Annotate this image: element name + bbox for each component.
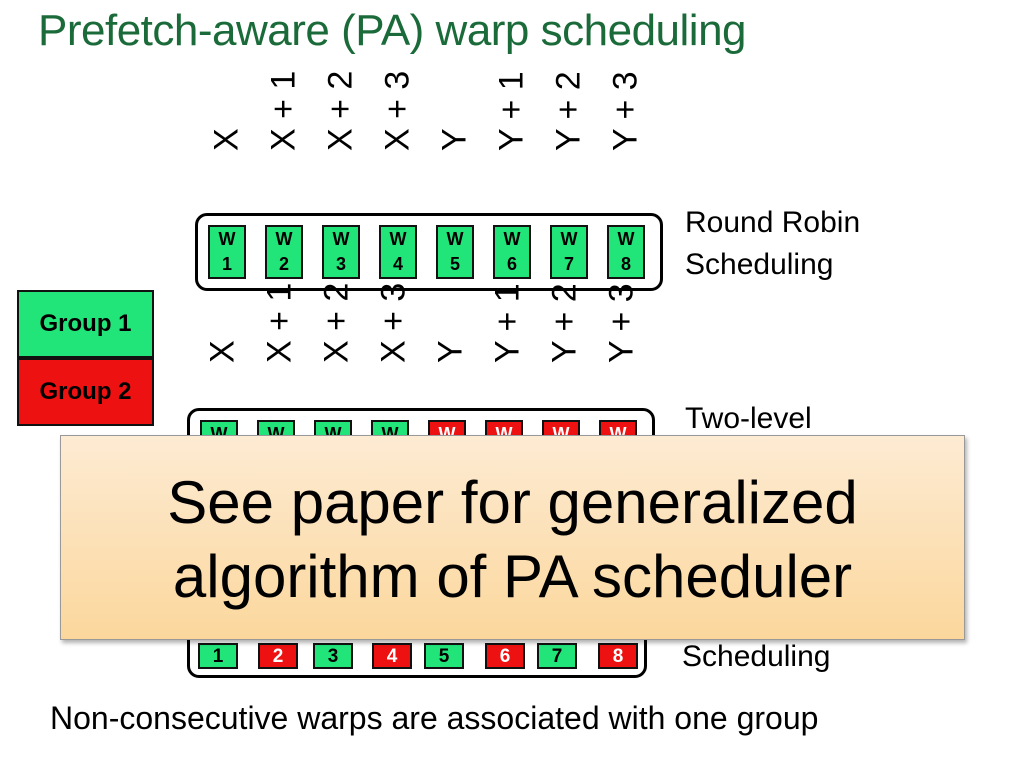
warp-label: Y bbox=[432, 302, 470, 402]
warp-box: W2 bbox=[265, 225, 303, 279]
warp-label: X + 1 bbox=[261, 283, 299, 402]
warp-label: Y + 1 bbox=[489, 283, 527, 402]
warp-letter: W bbox=[275, 229, 293, 249]
warp-number: 7 bbox=[563, 254, 574, 274]
warp-box: 8 bbox=[598, 643, 638, 669]
callout-line: algorithm of PA scheduler bbox=[172, 543, 853, 610]
warp-number: 4 bbox=[392, 254, 403, 274]
warp-box: W3 bbox=[322, 225, 360, 279]
warp-label-text: X + 2 bbox=[317, 282, 356, 363]
warp-label: Y + 1 bbox=[493, 71, 531, 190]
warp-box: 7 bbox=[537, 643, 577, 669]
warp-label-text: X bbox=[207, 128, 246, 151]
warp-label-text: Y + 1 bbox=[492, 71, 531, 151]
warp-box: W5 bbox=[436, 225, 474, 279]
warp-label: X + 1 bbox=[265, 71, 303, 190]
warp-label-text: Y bbox=[431, 340, 470, 363]
warp-box: W8 bbox=[607, 225, 645, 279]
warp-label: Y + 2 bbox=[546, 283, 584, 402]
warp-box: 4 bbox=[372, 643, 412, 669]
round-robin-label: Round Robin Scheduling bbox=[685, 202, 860, 286]
warp-box: W6 bbox=[493, 225, 531, 279]
warp-number: 6 bbox=[506, 254, 517, 274]
warp-label-text: X + 1 bbox=[264, 70, 303, 151]
warp-number: 3 bbox=[335, 254, 346, 274]
warp-label-text: X bbox=[203, 340, 242, 363]
warp-label: X bbox=[204, 302, 242, 402]
warp-label: Y + 3 bbox=[603, 283, 641, 402]
warp-letter: W bbox=[617, 229, 635, 249]
warp-label-text: X + 1 bbox=[260, 282, 299, 363]
warp-label-text: Y bbox=[435, 128, 474, 151]
callout-line: See paper for generalized bbox=[167, 469, 858, 536]
warp-box: W1 bbox=[208, 225, 246, 279]
warp-number: 2 bbox=[278, 254, 289, 274]
warp-label-text: Y + 2 bbox=[549, 71, 588, 151]
warp-label-text: Y + 3 bbox=[602, 283, 641, 363]
warp-label-text: X + 3 bbox=[378, 70, 417, 151]
warp-label-text: X + 2 bbox=[321, 70, 360, 151]
warp-number: 1 bbox=[221, 254, 232, 274]
legend-group-1: Group 1 bbox=[17, 290, 154, 358]
warp-label: Y + 2 bbox=[550, 71, 588, 190]
warp-box: 3 bbox=[313, 643, 353, 669]
warp-label-text: X + 3 bbox=[374, 282, 413, 363]
callout-box: See paper for generalized algorithm of P… bbox=[60, 435, 965, 640]
label-line: Round Robin bbox=[685, 206, 861, 239]
warp-box: 2 bbox=[258, 643, 298, 669]
warp-letter: W bbox=[332, 229, 350, 249]
warp-label: X + 2 bbox=[322, 71, 360, 190]
prefetch-aware-label: Scheduling bbox=[682, 640, 831, 673]
warp-label: X + 3 bbox=[379, 71, 417, 190]
warp-number: 5 bbox=[449, 254, 460, 274]
warp-label: Y + 3 bbox=[607, 71, 645, 190]
warp-box: 1 bbox=[198, 643, 238, 669]
warp-letter: W bbox=[218, 229, 236, 249]
slide-title: Prefetch-aware (PA) warp scheduling bbox=[38, 6, 747, 55]
warp-box: W4 bbox=[379, 225, 417, 279]
warp-letter: W bbox=[560, 229, 578, 249]
warp-label-text: Y + 2 bbox=[545, 283, 584, 363]
warp-box: W7 bbox=[550, 225, 588, 279]
warp-label: X bbox=[208, 90, 246, 190]
warp-label: X + 3 bbox=[375, 283, 413, 402]
warp-letter: W bbox=[503, 229, 521, 249]
warp-label-text: Y + 1 bbox=[488, 283, 527, 363]
warp-box: 5 bbox=[424, 643, 464, 669]
warp-letter: W bbox=[446, 229, 464, 249]
legend-group-2: Group 2 bbox=[17, 358, 154, 426]
warp-box: 6 bbox=[485, 643, 525, 669]
warp-letter: W bbox=[389, 229, 407, 249]
warp-number: 8 bbox=[620, 254, 631, 274]
footer-text: Non-consecutive warps are associated wit… bbox=[50, 700, 819, 736]
label-line: Scheduling bbox=[685, 248, 834, 281]
warp-label: Y bbox=[436, 90, 474, 190]
two-level-label: Two-level bbox=[685, 402, 812, 435]
warp-label: X + 2 bbox=[318, 283, 356, 402]
warp-label-text: Y + 3 bbox=[606, 71, 645, 151]
